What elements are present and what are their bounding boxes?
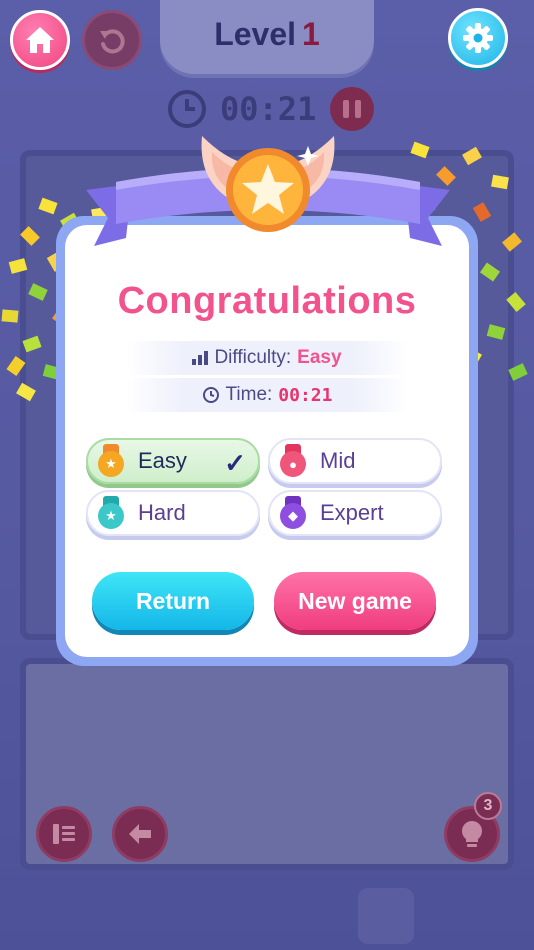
star-medal-icon	[201, 136, 335, 232]
lightbulb-icon	[462, 821, 482, 847]
back-button[interactable]	[112, 806, 168, 862]
option-label: Expert	[320, 500, 384, 525]
time-row: Time: 00:21	[126, 378, 408, 412]
level-title: Level 1	[160, 16, 374, 53]
undo-button[interactable]	[82, 10, 142, 70]
return-button[interactable]: Return	[92, 572, 254, 630]
hard-medal-icon: ★	[96, 496, 126, 530]
difficulty-label: Difficulty:	[214, 347, 292, 368]
settings-button[interactable]	[448, 8, 508, 68]
home-icon	[26, 27, 54, 53]
timer-row: 00:21	[168, 87, 375, 131]
arrow-left-icon	[129, 824, 151, 844]
sort-icon	[53, 824, 75, 844]
pause-button[interactable]	[330, 87, 375, 131]
gear-icon	[463, 23, 493, 53]
hint-count-badge: 3	[474, 792, 502, 820]
timer-display: 00:21	[220, 90, 317, 128]
option-label: Mid	[320, 448, 356, 473]
undo-icon	[100, 29, 125, 54]
clock-icon	[168, 90, 206, 128]
difficulty-option-expert[interactable]: ◆ Expert	[268, 490, 442, 536]
time-label: Time:	[225, 384, 273, 405]
difficulty-option-mid[interactable]: ● Mid	[268, 438, 442, 484]
difficulty-row: Difficulty: Easy	[126, 341, 408, 375]
pause-icon	[343, 100, 350, 118]
difficulty-option-easy[interactable]: ★ Easy ✓	[86, 438, 260, 484]
option-label: Hard	[138, 500, 186, 525]
option-label: Easy	[138, 448, 187, 473]
check-icon: ✓	[224, 448, 246, 478]
sort-button[interactable]	[36, 806, 92, 862]
easy-medal-icon: ★	[96, 444, 126, 478]
difficulty-bars-icon	[192, 351, 209, 365]
clock-icon	[202, 387, 219, 403]
level-header: Level 1	[160, 0, 374, 74]
piece-tray	[20, 658, 514, 870]
level-label: Level	[214, 16, 297, 52]
time-value: 00:21	[278, 384, 333, 406]
difficulty-value: Easy	[297, 347, 342, 368]
expert-medal-icon: ◆	[278, 496, 308, 530]
home-button[interactable]	[10, 10, 70, 70]
new-game-button[interactable]: New game	[274, 572, 436, 630]
background-tile	[358, 888, 414, 944]
dialog-title: Congratulations	[117, 280, 417, 322]
level-number: 1	[302, 16, 320, 52]
mid-medal-icon: ●	[278, 444, 308, 478]
difficulty-option-hard[interactable]: ★ Hard	[86, 490, 260, 536]
